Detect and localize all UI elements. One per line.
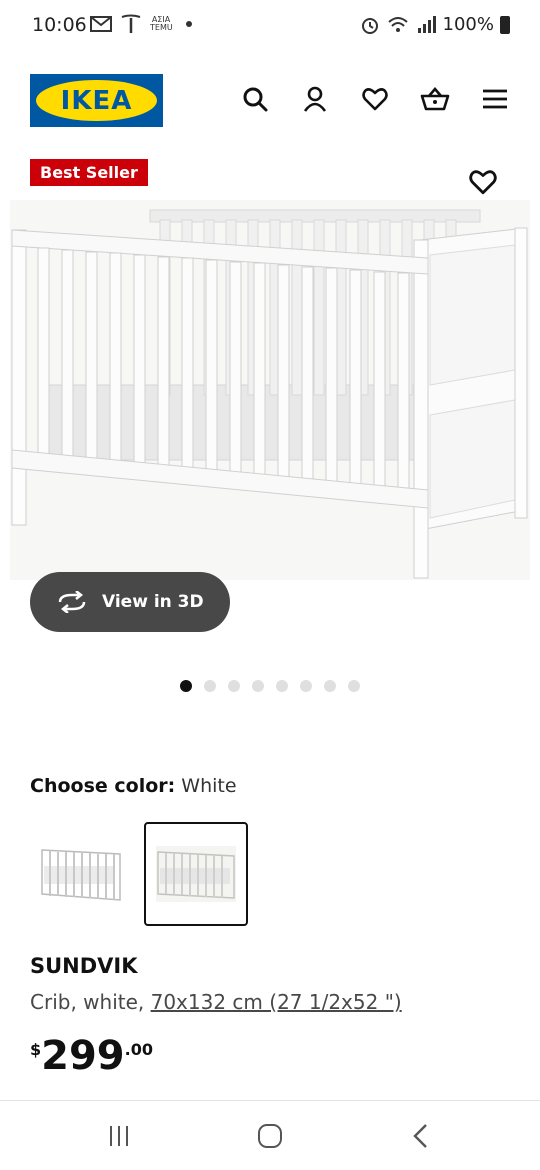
home-icon[interactable] bbox=[255, 1121, 285, 1151]
battery-icon bbox=[500, 15, 510, 34]
carousel-dot[interactable] bbox=[180, 680, 192, 692]
carousel-dots bbox=[180, 680, 360, 692]
heart-icon[interactable] bbox=[360, 84, 390, 114]
system-nav-bar bbox=[0, 1100, 540, 1170]
choose-color-label: Choose color: bbox=[30, 775, 176, 797]
favorite-heart-icon[interactable] bbox=[468, 167, 498, 197]
app-header: IKEA bbox=[0, 60, 540, 140]
carousel-dot[interactable] bbox=[324, 680, 336, 692]
battery-percent: 100% bbox=[442, 14, 494, 35]
carousel-dot[interactable] bbox=[348, 680, 360, 692]
product-name: SUNDVIK bbox=[30, 954, 138, 978]
carousel-dot[interactable] bbox=[276, 680, 288, 692]
logo-text: IKEA bbox=[60, 85, 133, 116]
logo-oval: IKEA bbox=[36, 80, 157, 121]
view-in-3d-button[interactable]: View in 3D bbox=[30, 572, 230, 632]
carousel-dot[interactable] bbox=[204, 680, 216, 692]
crib-illustration bbox=[11, 209, 528, 579]
product-image[interactable] bbox=[10, 200, 530, 580]
back-icon[interactable] bbox=[406, 1121, 436, 1151]
product-dimensions-link[interactable]: 70x132 cm (27 1/2x52 ") bbox=[151, 990, 402, 1014]
color-chooser-label: Choose color: White bbox=[30, 775, 237, 797]
color-swatches bbox=[30, 822, 248, 926]
wifi-icon bbox=[387, 16, 408, 32]
swatch-crib-thumbnail bbox=[156, 846, 236, 902]
basket-icon[interactable] bbox=[420, 84, 450, 114]
status-time: 10:06 bbox=[32, 14, 87, 36]
recent-apps-icon[interactable] bbox=[104, 1121, 134, 1151]
selected-color-value: White bbox=[181, 775, 237, 797]
product-desc-prefix: Crib, white, bbox=[30, 990, 151, 1014]
signal-icon bbox=[417, 15, 436, 33]
user-icon[interactable] bbox=[300, 84, 330, 114]
best-seller-badge: Best Seller bbox=[30, 159, 148, 186]
color-swatch-1[interactable] bbox=[30, 822, 134, 926]
swatch-crib-thumbnail bbox=[41, 849, 121, 901]
color-swatch-white[interactable] bbox=[144, 822, 248, 926]
product-description: Crib, white, 70x132 cm (27 1/2x52 ") bbox=[30, 990, 402, 1014]
carousel-dot[interactable] bbox=[300, 680, 312, 692]
status-bar: 10:06 ΑΣΙΑ TEMU 100% bbox=[0, 0, 540, 52]
more-notifications-dot bbox=[186, 21, 192, 27]
status-right: 100% bbox=[359, 14, 510, 35]
alarm-icon bbox=[361, 17, 378, 34]
price-cents: .00 bbox=[124, 1040, 153, 1059]
tesla-icon bbox=[121, 14, 141, 33]
header-actions bbox=[240, 84, 510, 114]
status-notifications: ΑΣΙΑ TEMU bbox=[90, 14, 192, 34]
carousel-dot[interactable] bbox=[228, 680, 240, 692]
price-main: 299 bbox=[41, 1033, 125, 1079]
mail-icon bbox=[90, 16, 112, 32]
product-price: $ 299 .00 bbox=[30, 1034, 153, 1078]
menu-icon[interactable] bbox=[480, 84, 510, 114]
ikea-logo[interactable]: IKEA bbox=[30, 74, 163, 127]
temu-icon: ΑΣΙΑ TEMU bbox=[150, 15, 173, 32]
search-icon[interactable] bbox=[240, 84, 270, 114]
carousel-dot[interactable] bbox=[252, 680, 264, 692]
rotate-3d-icon bbox=[58, 591, 86, 613]
view-in-3d-label: View in 3D bbox=[102, 592, 204, 612]
price-currency: $ bbox=[30, 1040, 42, 1059]
